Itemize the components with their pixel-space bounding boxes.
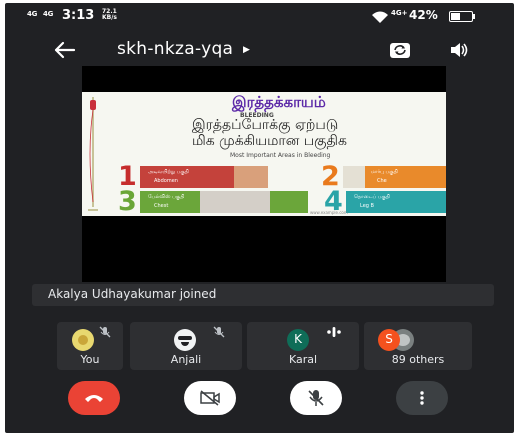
network-indicator-1: 4G <box>27 10 38 18</box>
battery-percent: 42% <box>409 8 438 22</box>
participant-tile-anjali[interactable]: Anjali <box>130 322 242 370</box>
join-notification-text: Akalya Udhayakumar joined <box>48 287 217 301</box>
more-vertical-icon <box>420 391 424 405</box>
participant-name: 89 others <box>391 353 445 366</box>
avatar <box>174 329 196 351</box>
avatar: S <box>378 329 400 351</box>
slide-card-1: 1 அடிவயிற்று பகுதி Abdomen <box>118 162 268 192</box>
battery-icon <box>449 11 475 22</box>
slide-title: இரத்தக்காயம் <box>232 93 326 111</box>
participant-tile-others[interactable]: S 89 others <box>364 322 472 370</box>
slide-line-2: மிக முக்கியமான பகுதிக <box>192 133 347 149</box>
mic-off-icon <box>213 326 225 338</box>
back-arrow-icon[interactable] <box>54 41 76 59</box>
iv-stand-icon <box>88 97 98 211</box>
speaker-icon[interactable] <box>450 41 470 59</box>
pelvis-image <box>200 191 270 213</box>
abdomen-image <box>234 166 268 188</box>
meeting-code[interactable]: skh-nkza-yqa ▶ <box>117 39 250 59</box>
status-bar: 4G 4G 3:13 72.1 KB/s 4G+ 42% <box>5 6 514 26</box>
more-options-button[interactable] <box>396 381 448 415</box>
presentation-slide: இரத்தக்காயம் BLEEDING இரத்தப்போக்கு ஏற்ப… <box>82 92 446 216</box>
chest-image <box>343 166 365 188</box>
clock: 3:13 <box>62 8 95 23</box>
mic-off-icon <box>99 326 111 338</box>
slide-link: www.example.com <box>310 210 348 215</box>
avatar <box>72 329 94 351</box>
participant-name: You <box>80 353 100 366</box>
data-speed: 72.1 KB/s <box>102 8 117 21</box>
mic-toggle-button[interactable] <box>290 381 342 415</box>
slide-card-3: 3 பேல்விஸ் பகுதி Chest <box>118 187 308 216</box>
camera-off-icon <box>200 390 220 406</box>
wifi-label: 4G+ <box>391 9 408 17</box>
meet-screen: 4G 4G 3:13 72.1 KB/s 4G+ 42% skh-nkza-yq… <box>5 3 514 433</box>
wifi-icon <box>372 11 388 23</box>
mic-off-icon <box>308 390 324 406</box>
presentation-video[interactable]: இரத்தக்காயம் BLEEDING இரத்தப்போக்கு ஏற்ப… <box>82 66 446 282</box>
join-notification: Akalya Udhayakumar joined <box>32 284 494 306</box>
participant-tile-karal[interactable]: K Karal <box>247 322 359 370</box>
switch-camera-icon[interactable] <box>389 40 411 60</box>
participant-name: Karal <box>288 353 318 366</box>
avatar: K <box>287 329 309 351</box>
slide-caption: Most Important Areas in Bleeding <box>230 152 331 159</box>
participant-name: Anjali <box>170 353 202 366</box>
meeting-header: skh-nkza-yqa ▶ <box>5 33 514 67</box>
network-indicator-2: 4G <box>43 10 54 18</box>
end-call-icon <box>85 395 103 402</box>
caret-right-icon: ▶ <box>243 45 251 55</box>
speaking-indicator-icon <box>327 327 341 337</box>
end-call-button[interactable] <box>68 381 120 415</box>
participant-tile-you[interactable]: You <box>57 322 123 370</box>
camera-toggle-button[interactable] <box>184 381 236 415</box>
